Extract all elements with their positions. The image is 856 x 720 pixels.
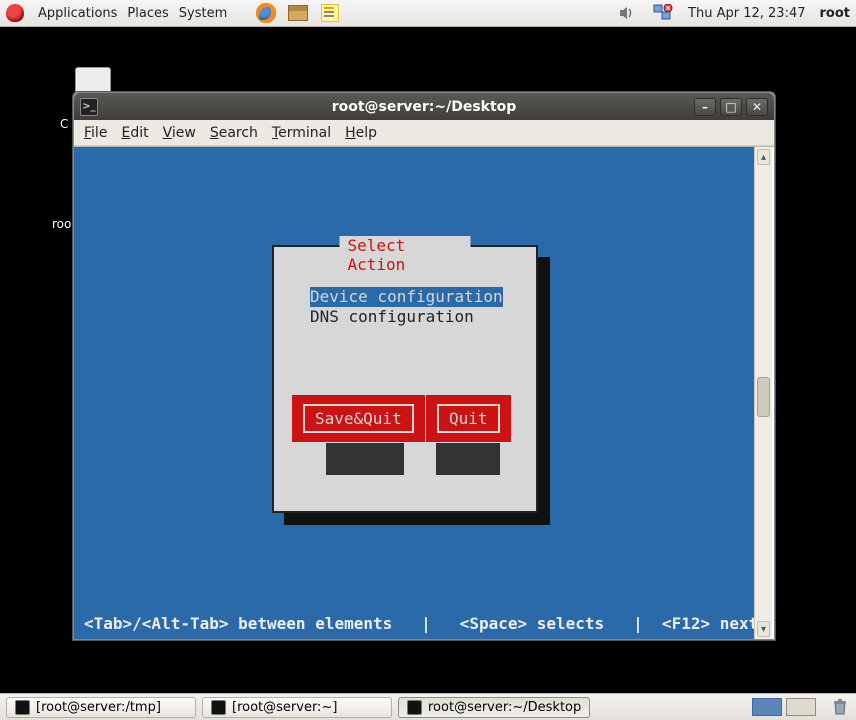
quit-label: Quit <box>437 404 500 433</box>
menu-edit[interactable]: Edit <box>121 125 148 141</box>
taskbar-label: [root@server:/tmp] <box>36 700 161 715</box>
terminal-body[interactable]: Select Action Device configuration DNS c… <box>74 147 754 639</box>
scroll-thumb[interactable] <box>757 377 770 417</box>
package-icon <box>288 5 308 21</box>
clock[interactable]: Thu Apr 12, 23:47 <box>688 6 805 21</box>
window-title: root@server:~/Desktop <box>74 99 774 115</box>
minimize-button[interactable]: – <box>694 98 716 116</box>
menu-terminal[interactable]: Terminal <box>272 125 331 141</box>
option-device-configuration[interactable]: Device configuration <box>310 287 503 307</box>
close-button[interactable]: ✕ <box>746 98 768 116</box>
workspace-switcher[interactable] <box>752 698 816 716</box>
terminal-icon: >_ <box>80 98 98 116</box>
button-shadow <box>326 443 404 475</box>
taskbar-item-tmp[interactable]: [root@server:/tmp] <box>6 697 196 718</box>
firefox-icon <box>256 3 276 23</box>
terminal-icon <box>407 700 422 715</box>
menubar: File Edit View Search Terminal Help <box>74 120 774 146</box>
hint-bar: <Tab>/<Alt-Tab> between elements | <Spac… <box>84 614 744 633</box>
top-panel: Applications Places System Thu Apr 12, 2… <box>0 0 856 27</box>
user-menu[interactable]: root <box>820 6 851 21</box>
desktop-text-partial: roo <box>52 217 71 231</box>
network-applet[interactable] <box>652 2 674 24</box>
note-icon <box>321 4 339 22</box>
taskbar-item-desktop[interactable]: root@server:~/Desktop <box>398 697 590 718</box>
dialog-option-list: Device configuration DNS configuration <box>310 287 503 327</box>
volume-applet[interactable] <box>616 2 638 24</box>
trash-icon <box>831 698 849 716</box>
terminal-icon <box>15 700 30 715</box>
workspace-2[interactable] <box>786 698 816 716</box>
bottom-panel: [root@server:/tmp] [root@server:~] root@… <box>0 693 856 720</box>
menu-help[interactable]: Help <box>345 125 377 141</box>
package-launcher[interactable] <box>287 2 309 24</box>
button-shadow <box>436 443 500 475</box>
ncurses-dialog: Select Action Device configuration DNS c… <box>272 245 538 513</box>
menu-places[interactable]: Places <box>127 6 168 21</box>
speaker-icon <box>618 4 636 22</box>
firefox-launcher[interactable] <box>255 2 277 24</box>
terminal-icon <box>211 700 226 715</box>
menu-file[interactable]: File <box>84 125 107 141</box>
notes-launcher[interactable] <box>319 2 341 24</box>
network-icon <box>653 4 673 22</box>
taskbar-label: [root@server:~] <box>232 700 337 715</box>
desktop: C roo >_ root@server:~/Desktop – □ ✕ Fil… <box>0 27 856 693</box>
maximize-button[interactable]: □ <box>720 98 742 116</box>
dialog-title: Select Action <box>340 236 471 274</box>
taskbar-label: root@server:~/Desktop <box>428 700 581 715</box>
panel-left: Applications Places System <box>6 2 341 24</box>
save-quit-button[interactable]: Save&Quit <box>292 395 425 442</box>
desktop-icon-label-partial: C <box>60 117 68 131</box>
titlebar[interactable]: >_ root@server:~/Desktop – □ ✕ <box>74 93 774 120</box>
save-quit-label: Save&Quit <box>303 404 414 433</box>
scroll-up-arrow-icon[interactable]: ▴ <box>757 149 770 165</box>
menu-search[interactable]: Search <box>210 125 258 141</box>
vertical-scrollbar[interactable]: ▴ ▾ <box>754 147 772 639</box>
terminal-window: >_ root@server:~/Desktop – □ ✕ File Edit… <box>73 92 775 640</box>
option-dns-configuration[interactable]: DNS configuration <box>310 307 503 327</box>
menu-system[interactable]: System <box>179 6 227 21</box>
quit-button[interactable]: Quit <box>426 395 511 442</box>
panel-right: Thu Apr 12, 23:47 root <box>616 2 850 24</box>
taskbar-item-home[interactable]: [root@server:~] <box>202 697 392 718</box>
menu-applications[interactable]: Applications <box>38 6 117 21</box>
workspace-1[interactable] <box>752 698 782 716</box>
distro-hat-icon <box>6 4 24 22</box>
scroll-down-arrow-icon[interactable]: ▾ <box>757 621 770 637</box>
trash-applet[interactable] <box>830 697 850 717</box>
menu-view[interactable]: View <box>163 125 196 141</box>
